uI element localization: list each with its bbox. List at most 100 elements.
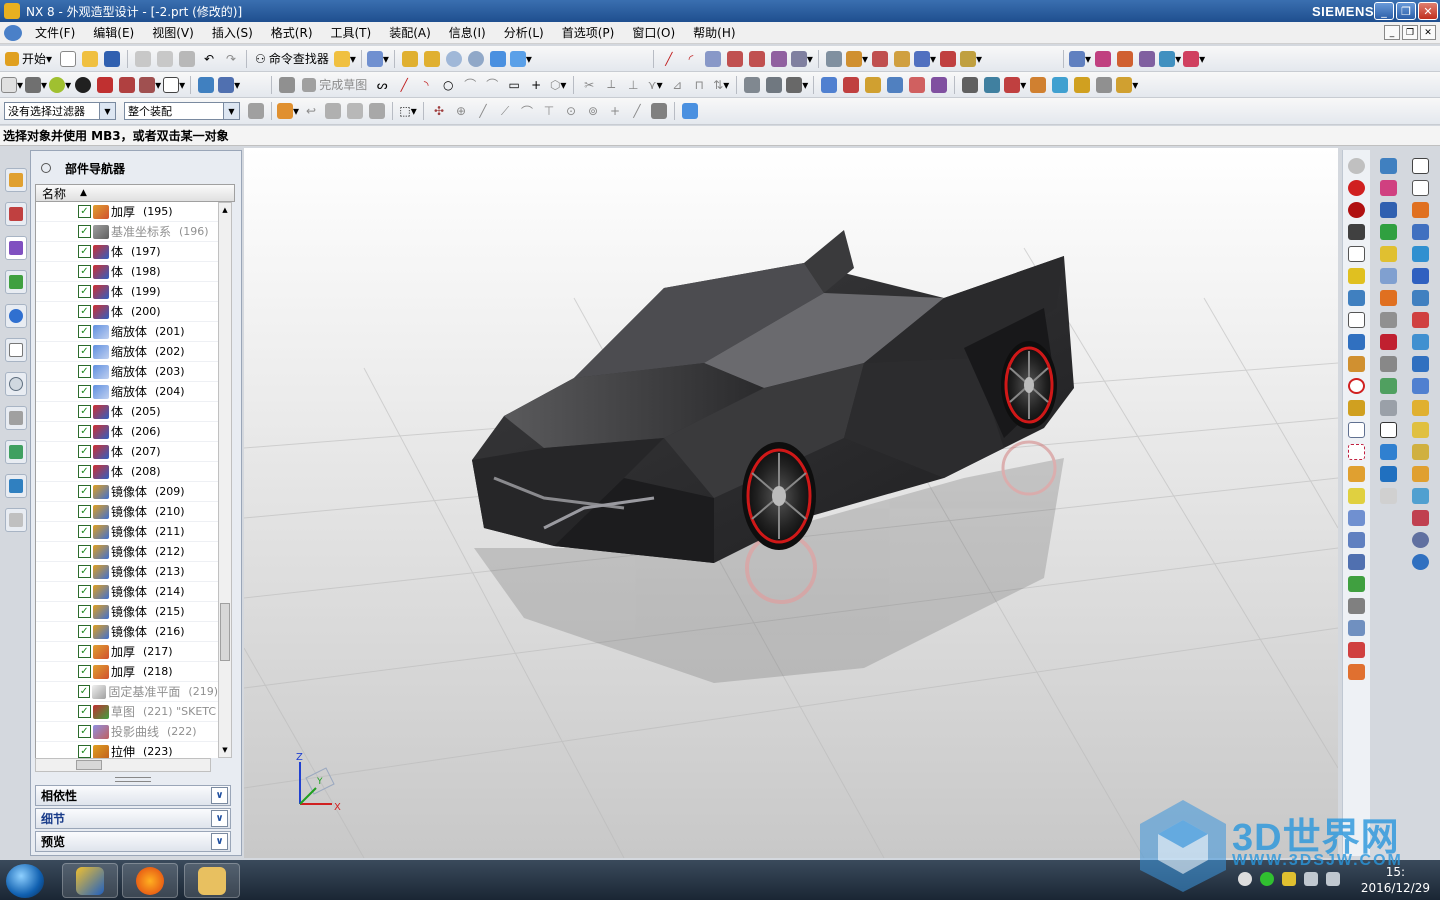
chain-icon[interactable] [1348,356,1365,372]
vertical-scrollbar[interactable]: ▲ ▼ [218,202,232,758]
name-column-header[interactable]: 名称 ▲ [35,184,235,202]
tree-row[interactable]: ✓ 体 (198) [36,262,218,282]
history-tab[interactable] [5,338,27,362]
start-orb-icon[interactable] [6,864,44,898]
horizontal-scrollbar[interactable] [35,758,211,772]
menu-preferences[interactable]: 首选项(P) [553,24,624,41]
tree-row[interactable]: ✓ 镜像体 (211) [36,522,218,542]
blue-cube-2-icon[interactable] [1411,356,1429,372]
scroll-down-icon[interactable]: ▼ [219,743,231,757]
edit-tool-5[interactable]: ▾ [1159,49,1181,69]
roles-people-tab[interactable] [5,474,27,498]
scroll-thumb[interactable] [220,603,230,661]
surface-op-1[interactable] [819,75,839,95]
curve-tool-4[interactable] [769,49,789,69]
details-panel[interactable]: 细节 ∨ [35,808,231,829]
grid-tool-icon[interactable] [1348,312,1365,328]
tree-row[interactable]: ✓ 镜像体 (209) [36,482,218,502]
pan-button[interactable] [466,49,486,69]
blue-box-icon[interactable] [1411,378,1429,394]
sketch-tool-1[interactable] [196,75,216,95]
tree-row[interactable]: ✓ 草图 (221) "SKETC [36,702,218,722]
menu-assemblies[interactable]: 装配(A) [380,24,440,41]
gear-tool-icon[interactable] [1379,202,1397,218]
snap-8[interactable]: ⊚ [583,101,603,121]
surface-op-5[interactable] [907,75,927,95]
shape-red-icon[interactable] [1348,642,1365,658]
surface-icon[interactable] [1348,510,1365,526]
lighting-icon[interactable] [1348,224,1365,240]
constraints-button[interactable]: ⋎ ▾ [645,75,665,95]
curve-op-1[interactable] [960,75,980,95]
tray-plus-icon[interactable] [1260,872,1274,886]
grey-pyramid-icon[interactable] [1379,400,1397,416]
preview-panel[interactable]: 预览 ∨ [35,831,231,852]
trim-button[interactable]: ✂ [579,75,599,95]
visibility-checkbox[interactable]: ✓ [78,325,91,338]
assembly-nav-button[interactable] [680,101,700,121]
eraser-tool-icon[interactable] [1348,466,1365,482]
visibility-checkbox[interactable]: ✓ [78,705,91,718]
hscroll-thumb[interactable] [76,760,102,770]
fillet-button[interactable]: ⌒ [460,75,480,95]
snap-6[interactable]: ⊤ [539,101,559,121]
tree-row[interactable]: ✓ 体 (207) [36,442,218,462]
blue-doc-icon[interactable] [1379,466,1397,482]
redo-button[interactable]: ↷ [221,49,241,69]
yellow-tool-icon[interactable] [1348,268,1365,284]
view-tool-6[interactable] [117,75,137,95]
view-tool-4[interactable] [73,75,93,95]
select-tool-3[interactable] [323,101,343,121]
visibility-checkbox[interactable]: ✓ [78,725,91,738]
no-entry-icon[interactable] [1348,378,1365,394]
zoom-button[interactable] [422,49,442,69]
visibility-checkbox[interactable]: ✓ [78,265,91,278]
rectangle-button[interactable]: ▭ [504,75,524,95]
curve-tool-2[interactable] [725,49,745,69]
select-tool-5[interactable] [367,101,387,121]
visibility-checkbox[interactable]: ✓ [78,605,91,618]
layout-grid-icon[interactable] [1411,158,1429,174]
select-all-button[interactable]: ▾ [277,101,299,121]
dimension-button[interactable]: ⊿ [667,75,687,95]
dependencies-panel[interactable]: 相依性 ∨ [35,785,231,806]
open-button[interactable] [80,49,100,69]
highlight-icon[interactable] [1348,488,1365,504]
chevron-down-icon[interactable]: ∨ [211,810,228,827]
pen-icon[interactable] [1411,290,1429,306]
background-frame-icon[interactable] [1348,246,1365,262]
visibility-checkbox[interactable]: ✓ [78,645,91,658]
curve-blue-icon[interactable] [1348,620,1365,636]
doc-minimize-button[interactable]: _ [1384,25,1400,40]
menu-information[interactable]: 信息(I) [440,24,495,41]
sketch-tool-2[interactable]: ▾ [218,75,240,95]
menu-tools[interactable]: 工具(T) [322,24,381,41]
visibility-checkbox[interactable]: ✓ [78,625,91,638]
yellow-flag-icon[interactable] [1411,422,1429,438]
feature-tool-3[interactable]: ▾ [786,75,808,95]
start-button[interactable]: 开始 ▾ [1,49,56,69]
circle-button[interactable]: ○ [438,75,458,95]
analysis-button[interactable]: ▾ [960,49,982,69]
clock-tab[interactable] [5,372,27,396]
select-tool-4[interactable] [345,101,365,121]
surface-op-6[interactable] [929,75,949,95]
fit-button[interactable] [400,49,420,69]
open-book-icon[interactable] [1411,268,1429,284]
tree-row[interactable]: ✓ 拉伸 (223) [36,742,218,758]
chevron-down-icon[interactable]: ∨ [211,787,228,804]
curve-op-2[interactable] [982,75,1002,95]
minimize-button[interactable]: _ [1374,2,1394,20]
tray-icon-1[interactable] [1238,872,1252,886]
command-finder-button[interactable]: ⚇ 命令查找器 [252,49,332,69]
snap-2[interactable]: ⊕ [451,101,471,121]
restore-button[interactable]: ❐ [1396,2,1416,20]
render-sphere-icon[interactable] [1348,158,1365,174]
view-orient-button[interactable]: ▾ [509,49,532,69]
graphics-window[interactable]: Z X Y [244,148,1338,858]
system-materials-tab[interactable] [5,406,27,430]
arc-button[interactable]: ◜ [681,49,701,69]
edit-tool-2[interactable] [1093,49,1113,69]
tray-flag-icon[interactable] [1282,872,1296,886]
yellow-tray-icon[interactable] [1411,400,1429,416]
